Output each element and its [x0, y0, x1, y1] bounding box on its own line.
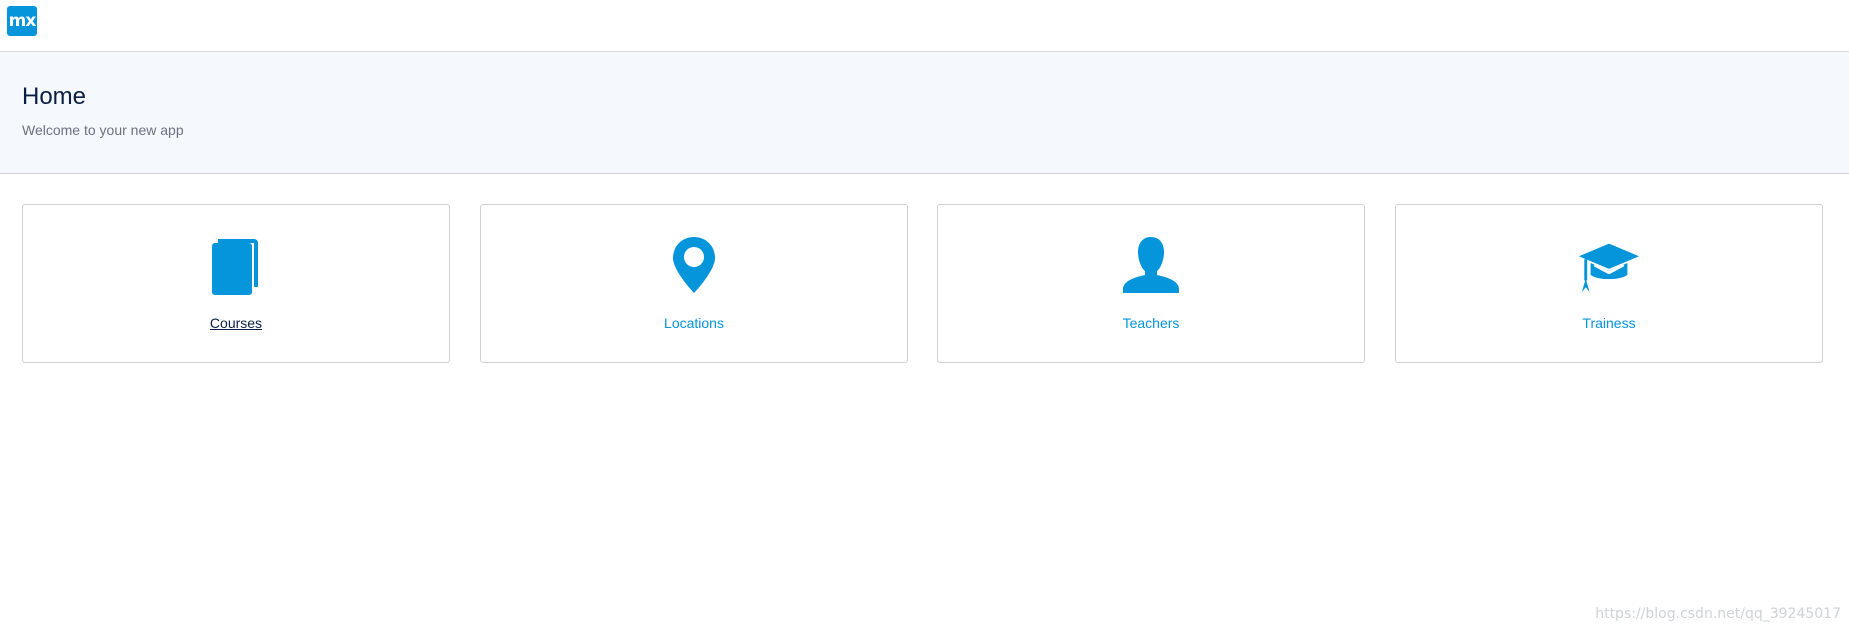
page-subtitle: Welcome to your new app	[22, 122, 184, 138]
map-pin-icon	[662, 235, 726, 299]
page-header: Home Welcome to your new app	[0, 53, 1849, 174]
top-bar: mx	[0, 0, 1849, 52]
user-icon	[1119, 235, 1183, 299]
mendix-logo[interactable]: mx	[7, 6, 37, 36]
graduation-cap-icon	[1577, 235, 1641, 299]
card-courses[interactable]: Courses	[22, 204, 450, 363]
book-icon	[204, 235, 268, 299]
card-teachers[interactable]: Teachers	[937, 204, 1365, 363]
card-label[interactable]: Trainess	[1396, 315, 1822, 331]
page-title: Home	[22, 83, 87, 110]
card-label[interactable]: Teachers	[938, 315, 1364, 331]
card-label[interactable]: Courses	[23, 315, 449, 331]
card-trainess[interactable]: Trainess	[1395, 204, 1823, 363]
card-label[interactable]: Locations	[481, 315, 907, 331]
card-locations[interactable]: Locations	[480, 204, 908, 363]
watermark: https://blog.csdn.net/qq_39245017	[1595, 606, 1841, 622]
